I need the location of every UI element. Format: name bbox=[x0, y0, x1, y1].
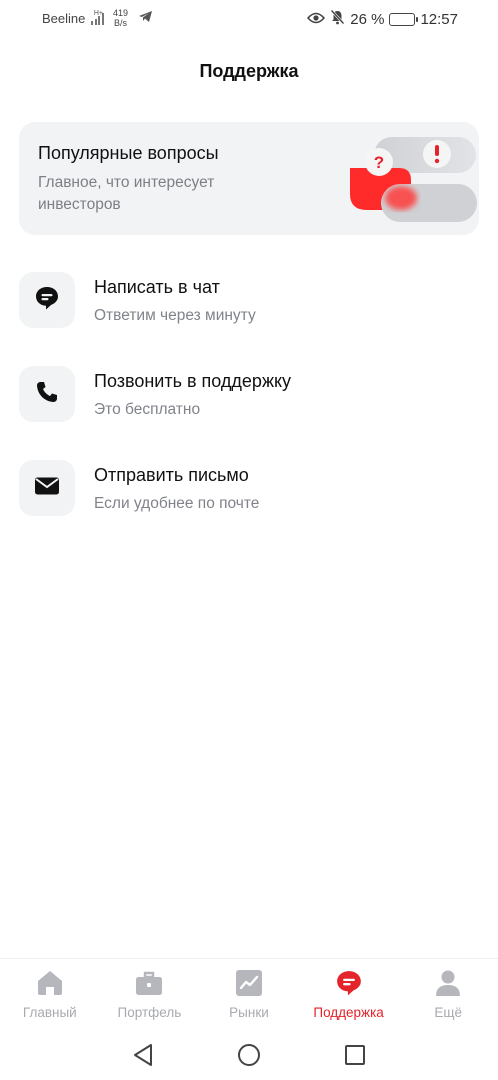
nav-item-portfolio[interactable]: Портфель bbox=[100, 959, 200, 1030]
battery-icon bbox=[389, 12, 419, 26]
email-support-subtitle: Если удобнее по почте bbox=[94, 495, 260, 512]
faq-card-subtitle: Главное, что интересует инвесторов bbox=[38, 174, 215, 213]
nav-item-markets[interactable]: Рынки bbox=[199, 959, 299, 1030]
mail-icon bbox=[34, 476, 60, 501]
signal-icon bbox=[91, 11, 104, 25]
mail-icon-container bbox=[19, 460, 75, 516]
bottom-navigation: Главный Портфель Рынки Поддержка Ещё bbox=[0, 958, 498, 1030]
status-bar-left: Beeline H+ 419 B/s bbox=[42, 8, 153, 28]
phone-icon-container bbox=[19, 366, 75, 422]
back-icon[interactable] bbox=[130, 1042, 156, 1068]
faq-card-title: Популярные вопросы bbox=[38, 143, 219, 163]
chat-icon-container bbox=[19, 272, 75, 328]
page-title: Поддержка bbox=[199, 61, 299, 81]
chat-support-subtitle: Ответим через минуту bbox=[94, 307, 256, 324]
nav-item-home[interactable]: Главный bbox=[0, 959, 100, 1030]
phone-icon bbox=[35, 380, 59, 409]
nav-label-more: Ещё bbox=[434, 1005, 462, 1020]
home-icon bbox=[36, 969, 64, 997]
email-support-item[interactable]: Отправить письмо Если удобнее по почте bbox=[19, 460, 479, 520]
clock: 12:57 bbox=[420, 10, 458, 28]
mute-icon bbox=[330, 9, 345, 29]
briefcase-icon bbox=[135, 969, 163, 997]
carrier-name: Beeline bbox=[42, 10, 86, 26]
nav-label-markets: Рынки bbox=[229, 1005, 269, 1020]
recents-icon[interactable] bbox=[342, 1042, 368, 1068]
status-bar: Beeline H+ 419 B/s 26 % 12:57 bbox=[0, 0, 498, 38]
profile-icon bbox=[434, 969, 462, 997]
home-button-icon[interactable] bbox=[236, 1042, 262, 1068]
network-speed: 419 B/s bbox=[113, 8, 128, 28]
chat-support-item[interactable]: Написать в чат Ответим через минуту bbox=[19, 272, 479, 332]
svg-text:?: ? bbox=[374, 153, 384, 172]
system-navigation bbox=[0, 1030, 498, 1080]
faq-illustration: ? bbox=[339, 122, 479, 235]
network-speed-unit: B/s bbox=[114, 18, 128, 28]
nav-label-portfolio: Портфель bbox=[117, 1005, 182, 1020]
nav-label-support: Поддержка bbox=[313, 1005, 384, 1020]
nav-item-more[interactable]: Ещё bbox=[398, 959, 498, 1030]
nav-item-support[interactable]: Поддержка bbox=[299, 959, 399, 1030]
email-support-title: Отправить письмо bbox=[94, 465, 249, 485]
faq-card[interactable]: Популярные вопросы Главное, что интересу… bbox=[19, 122, 479, 235]
battery-percent: 26 % bbox=[350, 10, 385, 28]
phone-support-title: Позвонить в поддержку bbox=[94, 371, 292, 391]
eye-icon bbox=[307, 11, 326, 28]
phone-support-item[interactable]: Позвонить в поддержку Это бесплатно bbox=[19, 366, 479, 426]
chat-icon bbox=[34, 285, 60, 316]
network-speed-value: 419 bbox=[113, 8, 129, 18]
support-chat-icon bbox=[335, 969, 363, 997]
nav-label-home: Главный bbox=[22, 1005, 77, 1020]
chart-icon bbox=[235, 969, 263, 997]
telegram-icon bbox=[138, 10, 153, 26]
phone-support-subtitle: Это бесплатно bbox=[94, 401, 201, 418]
chat-support-title: Написать в чат bbox=[94, 277, 220, 297]
status-bar-right: 26 % 12:57 bbox=[307, 9, 458, 29]
